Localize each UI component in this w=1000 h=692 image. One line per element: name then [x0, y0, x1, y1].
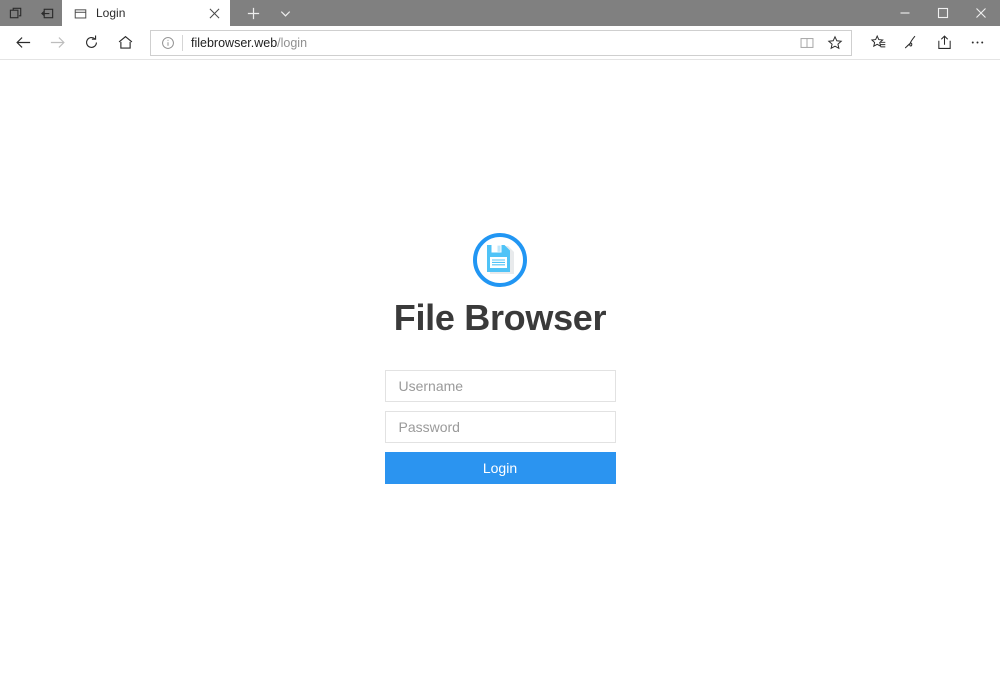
- forward-arrow-icon[interactable]: [40, 28, 74, 58]
- minimize-button[interactable]: [886, 0, 924, 26]
- address-bar-actions: [793, 28, 851, 58]
- close-icon[interactable]: [206, 5, 222, 21]
- favorites-hub-icon[interactable]: [862, 28, 895, 58]
- address-path: /login: [277, 35, 308, 50]
- toolbar-actions: [858, 28, 994, 58]
- navigation-toolbar: filebrowser.web/login: [0, 26, 1000, 60]
- reading-view-icon[interactable]: [793, 28, 821, 58]
- refresh-icon[interactable]: [74, 28, 108, 58]
- page-title: File Browser: [393, 297, 607, 338]
- title-bar: Login: [0, 0, 1000, 26]
- tab-preview-icon[interactable]: [8, 5, 25, 22]
- window-controls: [886, 0, 1000, 26]
- maximize-button[interactable]: [924, 0, 962, 26]
- home-icon[interactable]: [108, 28, 142, 58]
- login-form: Login: [384, 370, 616, 484]
- login-container: File Browser Login: [0, 230, 1000, 484]
- username-input[interactable]: [384, 370, 616, 402]
- password-input[interactable]: [384, 411, 616, 443]
- titlebar-drag-area: [300, 0, 886, 26]
- address-separator: [182, 34, 183, 51]
- web-note-icon[interactable]: [895, 28, 928, 58]
- chevron-down-icon[interactable]: [270, 0, 300, 26]
- login-button[interactable]: Login: [384, 452, 616, 484]
- titlebar-left-icons: [0, 0, 62, 26]
- address-url-text: filebrowser.web/login: [191, 36, 793, 50]
- file-browser-logo-floppy-disk-icon: [470, 230, 530, 290]
- settings-more-icon[interactable]: [961, 28, 994, 58]
- page-icon: [73, 6, 87, 20]
- back-arrow-icon[interactable]: [6, 28, 40, 58]
- address-host: filebrowser.web: [191, 35, 278, 50]
- new-tab-button[interactable]: [238, 0, 268, 26]
- browser-tab-login[interactable]: Login: [62, 0, 230, 26]
- favorites-star-icon[interactable]: [821, 28, 849, 58]
- site-info-icon[interactable]: [157, 32, 179, 54]
- close-button[interactable]: [962, 0, 1000, 26]
- browser-window: Login filebrowser.web/login File Browser…: [0, 0, 1000, 692]
- address-bar[interactable]: filebrowser.web/login: [150, 28, 852, 58]
- tab-actions: [230, 0, 300, 26]
- page-viewport: File Browser Login: [0, 60, 1000, 692]
- share-icon[interactable]: [928, 28, 961, 58]
- set-aside-tabs-icon[interactable]: [39, 5, 56, 22]
- tab-title: Login: [96, 6, 126, 20]
